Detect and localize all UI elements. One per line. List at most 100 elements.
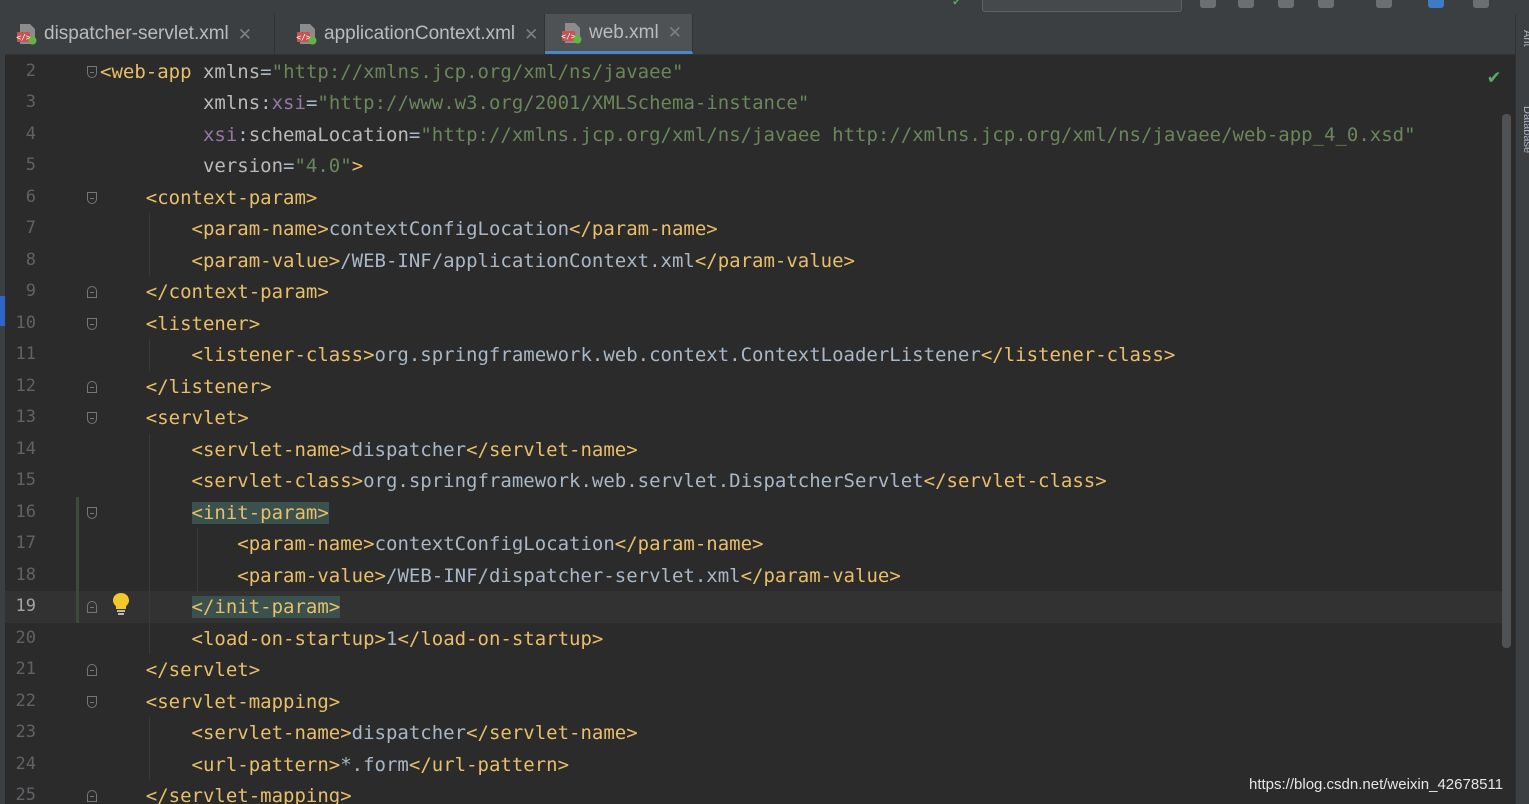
code-text[interactable]: <context-param> — [100, 187, 318, 209]
line-number[interactable]: 17 — [5, 533, 36, 553]
debug-icon[interactable] — [1238, 0, 1254, 8]
line-number[interactable]: 5 — [5, 155, 36, 175]
fold-end-icon[interactable] — [87, 286, 97, 298]
line-number[interactable]: 7 — [5, 218, 36, 238]
code-text[interactable]: <listener> — [100, 313, 260, 335]
line-number[interactable]: 4 — [5, 124, 36, 144]
fold-collapse-icon[interactable] — [87, 506, 97, 519]
close-icon[interactable]: ✕ — [238, 26, 252, 43]
line-number[interactable]: 10 — [5, 313, 36, 333]
coverage-icon[interactable] — [1278, 0, 1294, 8]
line-number[interactable]: 8 — [5, 250, 36, 270]
line-number[interactable]: 9 — [5, 281, 36, 301]
code-line[interactable]: 10 <listener> — [5, 308, 1505, 340]
line-number[interactable]: 24 — [5, 754, 36, 774]
run-icon[interactable] — [1200, 0, 1216, 8]
code-line[interactable]: 4 xsi:schemaLocation="http://xmlns.jcp.o… — [5, 119, 1505, 151]
line-number[interactable]: 16 — [5, 502, 36, 522]
code-text[interactable]: <servlet-name>dispatcher</servlet-name> — [100, 439, 638, 461]
fold-collapse-icon[interactable] — [87, 191, 97, 204]
code-text[interactable]: xmlns:xsi="http://www.w3.org/2001/XMLSch… — [100, 92, 809, 114]
line-number[interactable]: 14 — [5, 439, 36, 459]
vertical-scrollbar[interactable] — [1502, 114, 1511, 648]
code-editor[interactable]: 2 <web-app xmlns="http://xmlns.jcp.org/xm… — [5, 54, 1515, 804]
code-text[interactable]: </servlet> — [100, 659, 260, 681]
code-line[interactable]: 7 <param-name>contextConfigLocation</par… — [5, 213, 1505, 245]
code-text[interactable]: <url-pattern>*.form</url-pattern> — [100, 754, 570, 776]
line-number[interactable]: 15 — [5, 470, 36, 490]
code-line[interactable]: 14 <servlet-name>dispatcher</servlet-nam… — [5, 434, 1505, 466]
code-text[interactable]: <param-name>contextConfigLocation</param… — [100, 218, 718, 240]
line-number[interactable]: 6 — [5, 187, 36, 207]
code-text[interactable]: <servlet> — [100, 407, 249, 429]
lightbulb-icon[interactable] — [112, 592, 130, 616]
line-number[interactable]: 25 — [5, 785, 36, 804]
code-text[interactable]: <listener-class>org.springframework.web.… — [100, 344, 1176, 366]
stop-icon[interactable] — [1376, 0, 1392, 8]
code-line[interactable]: 16 <init-param> — [5, 497, 1505, 529]
code-line[interactable]: 15 <servlet-class>org.springframework.we… — [5, 465, 1505, 497]
code-text[interactable]: <param-name>contextConfigLocation</param… — [100, 533, 763, 555]
line-number[interactable]: 12 — [5, 376, 36, 396]
code-text[interactable]: </servlet-mapping> — [100, 785, 352, 804]
code-line[interactable]: 2 <web-app xmlns="http://xmlns.jcp.org/xm… — [5, 56, 1505, 88]
fold-collapse-icon[interactable] — [87, 695, 97, 708]
line-number[interactable]: 18 — [5, 565, 36, 585]
code-line[interactable]: 21 </servlet> — [5, 654, 1505, 686]
code-line[interactable]: 3 xmlns:xsi="http://www.w3.org/2001/XMLS… — [5, 87, 1505, 119]
code-line[interactable]: 17 <param-name>contextConfigLocation</pa… — [5, 528, 1505, 560]
code-line[interactable]: 11 <listener-class>org.springframework.w… — [5, 339, 1505, 371]
fold-end-icon[interactable] — [87, 380, 97, 393]
code-line[interactable]: 20 <load-on-startup>1</load-on-startup> — [5, 623, 1505, 655]
code-text[interactable]: </context-param> — [100, 281, 329, 303]
line-number[interactable]: 3 — [5, 92, 36, 112]
fold-collapse-icon[interactable] — [87, 412, 97, 424]
line-number[interactable]: 11 — [5, 344, 36, 364]
tab-dispatcher-servlet[interactable]: </> dispatcher-servlet.xml ✕ — [0, 14, 275, 54]
fold-end-icon[interactable] — [87, 664, 97, 676]
code-line[interactable]: 13 <servlet> — [5, 402, 1505, 434]
code-text[interactable]: version="4.0"> — [100, 155, 363, 177]
code-text[interactable]: <web-app xmlns="http://xmlns.jcp.org/xml… — [100, 61, 683, 83]
code-text[interactable]: <init-param> — [100, 501, 329, 524]
check-icon[interactable]: ✔ — [1488, 64, 1500, 88]
code-text[interactable]: xsi:schemaLocation="http://xmlns.jcp.org… — [100, 124, 1416, 146]
line-number[interactable]: 23 — [5, 722, 36, 742]
search-everywhere-icon[interactable] — [1473, 0, 1489, 8]
ant-tool-window-button[interactable]: Ant — [1513, 30, 1529, 47]
fold-collapse-icon[interactable] — [87, 317, 97, 330]
code-text[interactable]: </init-param> — [100, 596, 341, 618]
line-number[interactable]: 20 — [5, 628, 36, 648]
fold-end-icon[interactable] — [87, 601, 97, 613]
code-line[interactable]: 6 <context-param> — [5, 182, 1505, 214]
tab-applicationcontext[interactable]: </> applicationContext.xml ✕ — [280, 14, 545, 54]
fold-end-icon[interactable] — [87, 790, 97, 802]
close-icon[interactable]: ✕ — [524, 26, 538, 43]
code-line[interactable]: 18 <param-value>/WEB-INF/dispatcher-serv… — [5, 560, 1505, 592]
vcs-change-marker[interactable] — [76, 496, 79, 623]
line-number[interactable]: 13 — [5, 407, 36, 427]
line-number[interactable]: 19 — [5, 596, 36, 616]
run-configuration-selector[interactable] — [982, 0, 1182, 12]
code-line[interactable]: 9 </context-param> — [5, 276, 1505, 308]
code-text[interactable]: </listener> — [100, 376, 272, 398]
project-structure-icon[interactable] — [1428, 0, 1444, 8]
code-text[interactable]: <servlet-class>org.springframework.web.s… — [100, 470, 1107, 492]
fold-collapse-icon[interactable] — [87, 65, 97, 78]
code-text[interactable]: <param-value>/WEB-INF/applicationContext… — [100, 250, 855, 272]
tab-web[interactable]: </> web.xml ✕ — [545, 14, 693, 54]
code-text[interactable]: <load-on-startup>1</load-on-startup> — [100, 628, 604, 650]
code-line[interactable]: 8 <param-value>/WEB-INF/applicationConte… — [5, 245, 1505, 277]
profile-icon[interactable] — [1318, 0, 1334, 8]
code-line[interactable]: 23 <servlet-name>dispatcher</servlet-nam… — [5, 717, 1505, 749]
line-number[interactable]: 2 — [5, 61, 36, 81]
close-icon[interactable]: ✕ — [668, 24, 682, 41]
line-number[interactable]: 21 — [5, 659, 36, 679]
code-text[interactable]: <servlet-mapping> — [100, 691, 340, 713]
line-number[interactable]: 22 — [5, 691, 36, 711]
database-tool-window-button[interactable]: Database — [1513, 106, 1529, 153]
code-text[interactable]: <servlet-name>dispatcher</servlet-name> — [100, 722, 638, 744]
code-line[interactable]: 22 <servlet-mapping> — [5, 686, 1505, 718]
code-line[interactable]: 12 </listener> — [5, 371, 1505, 403]
code-line[interactable]: 5 version="4.0"> — [5, 150, 1505, 182]
